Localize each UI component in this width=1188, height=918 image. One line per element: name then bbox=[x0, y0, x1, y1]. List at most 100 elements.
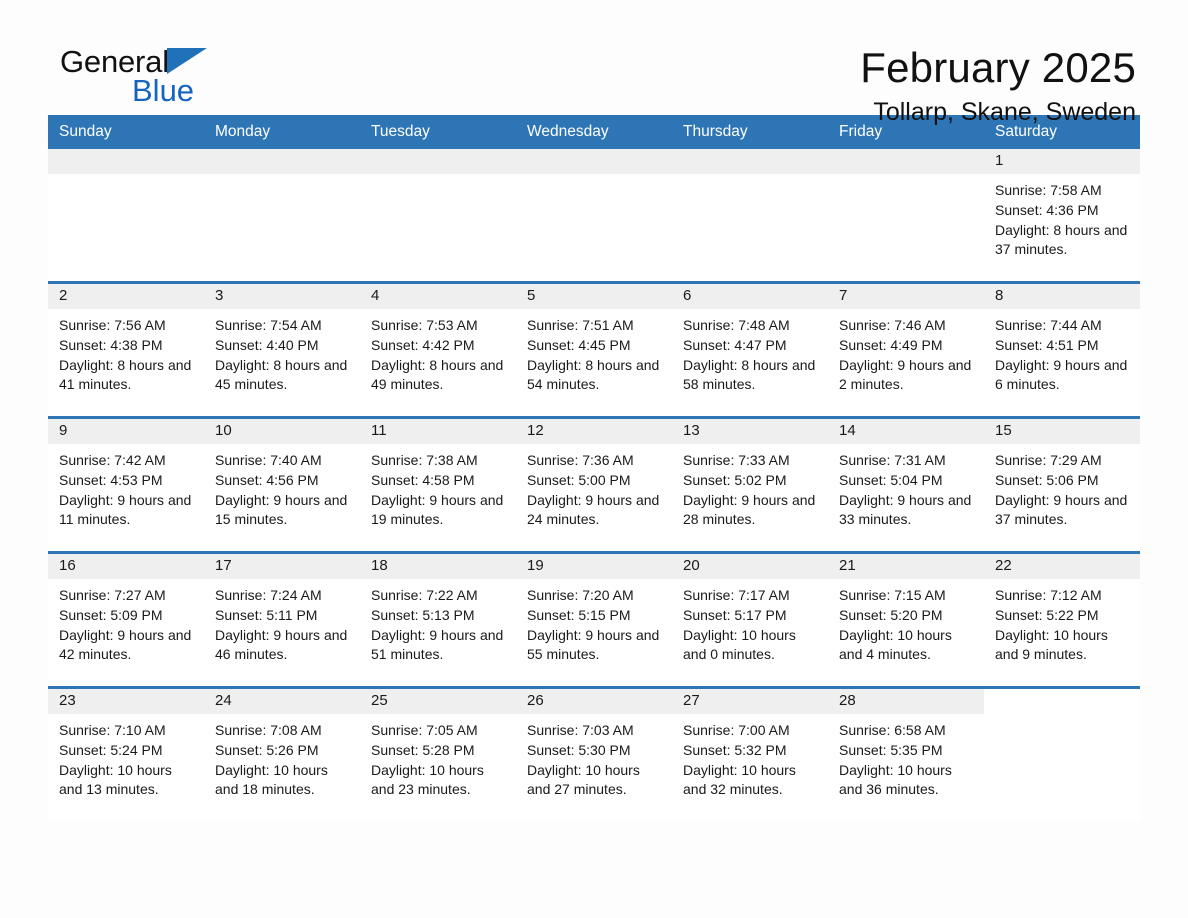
daylight-text: Daylight: 9 hours and 15 minutes. bbox=[215, 491, 348, 528]
calendar-day-cell[interactable]: 9 Sunrise: 7:42 AM Sunset: 4:53 PM Daylight… bbox=[48, 419, 204, 552]
day-number-band: 7 bbox=[828, 284, 984, 310]
calendar-day-cell[interactable]: 26 Sunrise: 7:03 AM Sunset: 5:30 PM Dayligh… bbox=[516, 689, 672, 822]
day-number: 23 bbox=[59, 692, 76, 710]
calendar-day-cell[interactable]: 16 Sunrise: 7:27 AM Sunset: 5:09 PM Dayligh… bbox=[48, 554, 204, 687]
day-number-band: 19 bbox=[516, 554, 672, 580]
sunrise-text: Sunrise: 7:44 AM bbox=[995, 317, 1102, 334]
page-title: February 2025 bbox=[860, 44, 1136, 91]
calendar-day-cell[interactable]: 17 Sunrise: 7:24 AM Sunset: 5:11 PM Dayligh… bbox=[204, 554, 360, 687]
sunset-text: Sunset: 5:02 PM bbox=[683, 471, 787, 488]
day-number-band: 15 bbox=[984, 419, 1140, 445]
day-number: 5 bbox=[527, 287, 536, 305]
calendar-weeks: 1 Sunrise: 7:58 AM Sunset: 4:36 PM Daylight… bbox=[48, 149, 1140, 822]
sunset-text: Sunset: 5:13 PM bbox=[371, 606, 475, 623]
sunset-text: Sunset: 4:47 PM bbox=[683, 336, 787, 353]
brand-name-blue: Blue bbox=[132, 73, 195, 108]
calendar-day-cell[interactable]: 13 Sunrise: 7:33 AM Sunset: 5:02 PM Dayligh… bbox=[672, 419, 828, 552]
sunrise-text: Sunrise: 7:40 AM bbox=[215, 452, 322, 469]
calendar-day-cell[interactable]: 15 Sunrise: 7:29 AM Sunset: 5:06 PM Dayligh… bbox=[984, 419, 1140, 552]
calendar-day-cell-empty bbox=[828, 149, 984, 282]
sunset-text: Sunset: 5:15 PM bbox=[527, 606, 631, 623]
day-details: Sunrise: 7:10 AM Sunset: 5:24 PM Daylight:… bbox=[48, 714, 204, 799]
day-details: Sunrise: 7:53 AM Sunset: 4:42 PM Daylight:… bbox=[360, 309, 516, 394]
calendar-day-cell[interactable]: 12 Sunrise: 7:36 AM Sunset: 5:00 PM Dayligh… bbox=[516, 419, 672, 552]
calendar-day-cell[interactable]: 18 Sunrise: 7:22 AM Sunset: 5:13 PM Dayligh… bbox=[360, 554, 516, 687]
calendar-day-cell-empty bbox=[672, 149, 828, 282]
day-number: 25 bbox=[371, 692, 388, 710]
calendar-day-cell[interactable]: 4 Sunrise: 7:53 AM Sunset: 4:42 PM Daylight… bbox=[360, 284, 516, 417]
day-number: 16 bbox=[59, 557, 76, 575]
calendar-day-cell-empty bbox=[204, 149, 360, 282]
weekday-header-friday: Friday bbox=[839, 123, 883, 140]
day-number: 12 bbox=[527, 422, 544, 440]
calendar-day-cell[interactable]: 7 Sunrise: 7:46 AM Sunset: 4:49 PM Daylight… bbox=[828, 284, 984, 417]
calendar-day-cell[interactable]: 25 Sunrise: 7:05 AM Sunset: 5:28 PM Dayligh… bbox=[360, 689, 516, 822]
day-number-band: 9 bbox=[48, 419, 204, 445]
calendar-day-cell[interactable]: 24 Sunrise: 7:08 AM Sunset: 5:26 PM Dayligh… bbox=[204, 689, 360, 822]
day-number-band: 25 bbox=[360, 689, 516, 715]
sunrise-text: Sunrise: 7:58 AM bbox=[995, 182, 1102, 199]
sunrise-text: Sunrise: 7:36 AM bbox=[527, 452, 634, 469]
calendar-page: General Blue February 2025 Tollarp, Skan… bbox=[0, 0, 1188, 918]
calendar-day-cell[interactable]: 20 Sunrise: 7:17 AM Sunset: 5:17 PM Dayligh… bbox=[672, 554, 828, 687]
day-number-band: 20 bbox=[672, 554, 828, 580]
calendar-day-cell-empty bbox=[516, 149, 672, 282]
sunrise-text: Sunrise: 7:56 AM bbox=[59, 317, 166, 334]
calendar-week-row: 2 Sunrise: 7:56 AM Sunset: 4:38 PM Daylight… bbox=[48, 281, 1140, 417]
day-number-band: 2 bbox=[48, 284, 204, 310]
sunset-text: Sunset: 5:00 PM bbox=[527, 471, 631, 488]
calendar-week-row: 23 Sunrise: 7:10 AM Sunset: 5:24 PM Dayligh… bbox=[48, 686, 1140, 822]
day-details: Sunrise: 7:51 AM Sunset: 4:45 PM Daylight:… bbox=[516, 309, 672, 394]
sunset-text: Sunset: 5:32 PM bbox=[683, 741, 787, 758]
calendar-day-cell-empty bbox=[360, 149, 516, 282]
calendar-day-cell[interactable]: 22 Sunrise: 7:12 AM Sunset: 5:22 PM Dayligh… bbox=[984, 554, 1140, 687]
calendar-day-cell[interactable]: 14 Sunrise: 7:31 AM Sunset: 5:04 PM Dayligh… bbox=[828, 419, 984, 552]
calendar-day-cell[interactable]: 23 Sunrise: 7:10 AM Sunset: 5:24 PM Dayligh… bbox=[48, 689, 204, 822]
day-number: 10 bbox=[215, 422, 232, 440]
day-details: Sunrise: 7:48 AM Sunset: 4:47 PM Daylight:… bbox=[672, 309, 828, 394]
day-details: Sunrise: 7:08 AM Sunset: 5:26 PM Daylight:… bbox=[204, 714, 360, 799]
calendar-day-cell[interactable]: 3 Sunrise: 7:54 AM Sunset: 4:40 PM Daylight… bbox=[204, 284, 360, 417]
day-number-band: 16 bbox=[48, 554, 204, 580]
calendar-day-cell[interactable]: 5 Sunrise: 7:51 AM Sunset: 4:45 PM Daylight… bbox=[516, 284, 672, 417]
day-details: Sunrise: 7:40 AM Sunset: 4:56 PM Daylight:… bbox=[204, 444, 360, 529]
day-number-band: 12 bbox=[516, 419, 672, 445]
daylight-text: Daylight: 9 hours and 28 minutes. bbox=[683, 491, 816, 528]
sunrise-text: Sunrise: 7:03 AM bbox=[527, 722, 634, 739]
day-number-band bbox=[828, 149, 984, 175]
sunset-text: Sunset: 5:28 PM bbox=[371, 741, 475, 758]
day-number-band: 4 bbox=[360, 284, 516, 310]
calendar-day-cell[interactable]: 28 Sunrise: 6:58 AM Sunset: 5:35 PM Dayligh… bbox=[828, 689, 984, 822]
calendar-day-cell[interactable]: 1 Sunrise: 7:58 AM Sunset: 4:36 PM Daylight… bbox=[984, 149, 1140, 282]
calendar-day-cell[interactable]: 10 Sunrise: 7:40 AM Sunset: 4:56 PM Dayligh… bbox=[204, 419, 360, 552]
sunset-text: Sunset: 4:51 PM bbox=[995, 336, 1099, 353]
day-number: 28 bbox=[839, 692, 856, 710]
calendar-week-row: 16 Sunrise: 7:27 AM Sunset: 5:09 PM Dayligh… bbox=[48, 551, 1140, 687]
day-details: Sunrise: 7:46 AM Sunset: 4:49 PM Daylight:… bbox=[828, 309, 984, 394]
day-details: Sunrise: 7:58 AM Sunset: 4:36 PM Daylight:… bbox=[984, 174, 1140, 259]
sunset-text: Sunset: 4:40 PM bbox=[215, 336, 319, 353]
sunset-text: Sunset: 4:58 PM bbox=[371, 471, 475, 488]
calendar-day-cell[interactable]: 6 Sunrise: 7:48 AM Sunset: 4:47 PM Daylight… bbox=[672, 284, 828, 417]
calendar-day-cell[interactable]: 21 Sunrise: 7:15 AM Sunset: 5:20 PM Dayligh… bbox=[828, 554, 984, 687]
day-number: 7 bbox=[839, 287, 848, 305]
sunset-text: Sunset: 5:17 PM bbox=[683, 606, 787, 623]
day-number: 11 bbox=[371, 422, 387, 440]
calendar-day-cell[interactable]: 19 Sunrise: 7:20 AM Sunset: 5:15 PM Dayligh… bbox=[516, 554, 672, 687]
daylight-text: Daylight: 10 hours and 27 minutes. bbox=[527, 761, 640, 798]
day-number-band bbox=[516, 149, 672, 175]
sunset-text: Sunset: 4:49 PM bbox=[839, 336, 943, 353]
calendar-day-cell[interactable]: 27 Sunrise: 7:00 AM Sunset: 5:32 PM Dayligh… bbox=[672, 689, 828, 822]
sunrise-text: Sunrise: 7:38 AM bbox=[371, 452, 478, 469]
day-number-band bbox=[48, 149, 204, 175]
day-number: 8 bbox=[995, 287, 1004, 305]
calendar-day-cell[interactable]: 2 Sunrise: 7:56 AM Sunset: 4:38 PM Daylight… bbox=[48, 284, 204, 417]
calendar-day-cell[interactable]: 8 Sunrise: 7:44 AM Sunset: 4:51 PM Daylight… bbox=[984, 284, 1140, 417]
day-number: 17 bbox=[215, 557, 232, 575]
day-number-band: 13 bbox=[672, 419, 828, 445]
day-details: Sunrise: 7:33 AM Sunset: 5:02 PM Daylight:… bbox=[672, 444, 828, 529]
calendar-day-cell[interactable]: 11 Sunrise: 7:38 AM Sunset: 4:58 PM Dayligh… bbox=[360, 419, 516, 552]
daylight-text: Daylight: 10 hours and 0 minutes. bbox=[683, 626, 796, 663]
sunrise-text: Sunrise: 7:00 AM bbox=[683, 722, 790, 739]
day-number: 27 bbox=[683, 692, 700, 710]
